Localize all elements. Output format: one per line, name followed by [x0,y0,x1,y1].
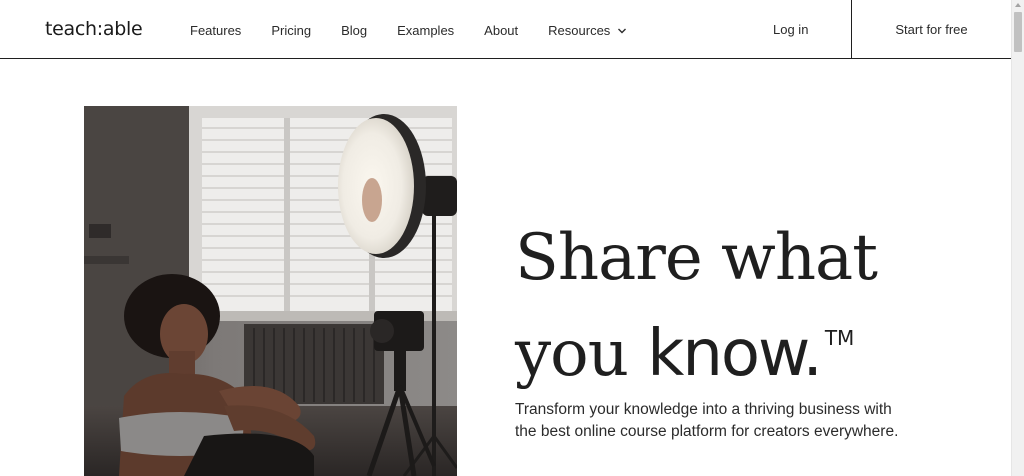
nav-blog-label: Blog [341,23,368,38]
main-nav: Features Pricing Blog Examples About Res… [190,23,657,38]
hero-subtext: Transform your knowledge into a thriving… [515,401,899,440]
hero-image [84,106,457,476]
nav-pricing-label: Pricing [271,23,312,38]
start-for-free-button[interactable]: Start for free [852,0,1011,58]
chevron-down-icon [618,28,627,33]
nav-about-label: About [484,23,519,38]
page-scrollbar[interactable] [1011,0,1024,476]
nav-about[interactable]: About [484,23,518,38]
scroll-up-arrow-icon[interactable] [1015,3,1021,7]
teachable-logo[interactable]: teach:able [45,18,143,40]
nav-examples[interactable]: Examples [397,23,454,38]
nav-features[interactable]: Features [190,23,241,38]
headline-line-2-bold: know. [647,317,823,391]
login-link[interactable]: Log in [773,22,808,37]
headline-line-1: Share what [515,221,878,295]
nav-resources-label: Resources [548,23,611,38]
nav-features-label: Features [190,23,242,38]
scrollbar-thumb[interactable] [1014,12,1022,52]
site-header: teach:able Features Pricing Blog Example… [0,0,1011,59]
trademark-mark: TM [824,326,855,350]
nav-pricing[interactable]: Pricing [271,23,311,38]
hero-photo-illustration [84,106,457,476]
nav-blog[interactable]: Blog [341,23,367,38]
headline-line-2-regular: you [515,317,648,391]
nav-examples-label: Examples [397,23,455,38]
hero-headline: Share what you know. TM [515,218,995,394]
nav-resources[interactable]: Resources [548,23,627,38]
